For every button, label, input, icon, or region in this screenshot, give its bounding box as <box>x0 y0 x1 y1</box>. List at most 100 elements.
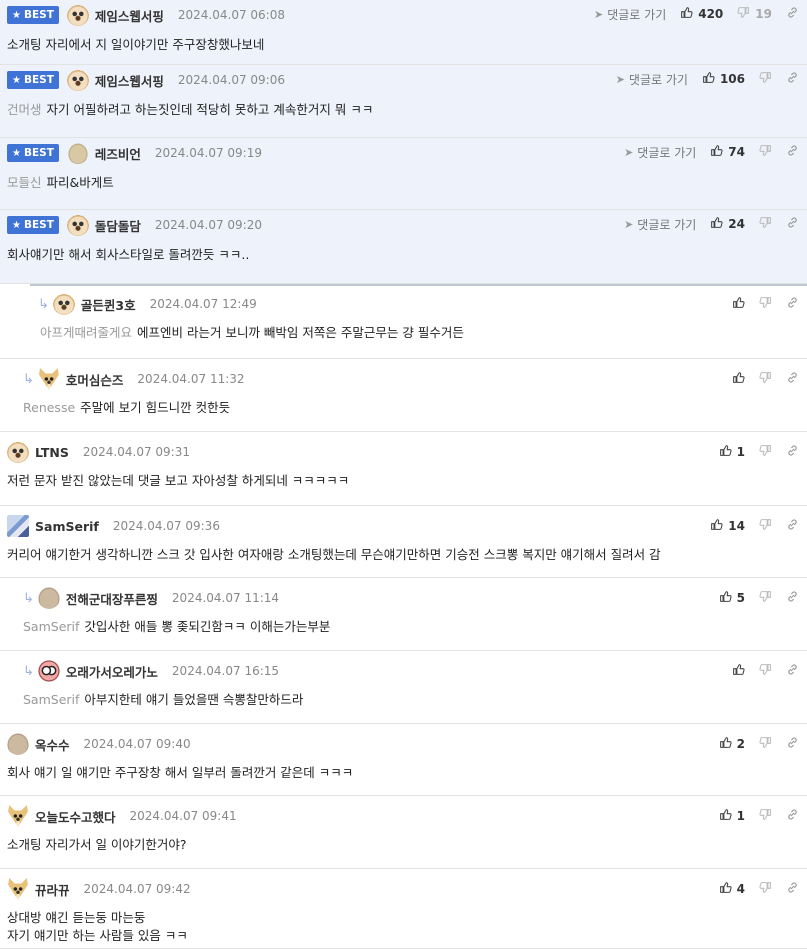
comment-actions: ➤ 댓글로 가기 24 <box>624 214 807 234</box>
upvote-count: 5 <box>736 591 745 605</box>
mentioned-user[interactable]: 건머생 <box>7 102 42 117</box>
comment-text: 저런 문자 받진 않았는데 댓글 보고 자아성찰 하게되네 ㅋㅋㅋㅋㅋ <box>7 473 350 488</box>
share-link-button[interactable] <box>786 296 799 312</box>
downvote-button[interactable] <box>759 144 772 160</box>
comment-body: 소개팅 자리에서 지 일이야기만 주구장창했나보네 <box>7 36 264 54</box>
share-link-button[interactable] <box>786 590 799 606</box>
mentioned-user[interactable]: SamSerif <box>23 619 79 634</box>
downvote-button[interactable] <box>759 736 772 752</box>
downvote-button[interactable]: 19 <box>737 6 772 22</box>
nickname[interactable]: 제임스웹서핑 <box>95 6 164 25</box>
downvote-button[interactable] <box>759 808 772 824</box>
star-icon: ★ <box>12 9 21 21</box>
downvote-button[interactable] <box>759 371 772 387</box>
share-link-button[interactable] <box>786 371 799 387</box>
nickname[interactable]: 오늘도수고했다 <box>35 807 116 826</box>
comment: SamSerif 2024.04.07 09:36 14 커리어 얘기한거 생각하니깐… <box>0 506 807 578</box>
fox-avatar[interactable] <box>39 368 59 390</box>
share-link-button[interactable] <box>786 216 799 232</box>
dog-avatar[interactable] <box>7 441 29 463</box>
share-link-button[interactable] <box>786 144 799 160</box>
goto-comment-link[interactable]: ➤ 댓글로 가기 <box>616 71 688 88</box>
downvote-button[interactable] <box>759 444 772 460</box>
upvote-count: 74 <box>728 145 745 159</box>
share-link-button[interactable] <box>786 808 799 824</box>
upvote-button[interactable]: 14 <box>710 518 745 534</box>
samserif-avatar[interactable] <box>7 515 29 537</box>
upvote-button[interactable]: 2 <box>719 736 745 752</box>
best-comment: ★ BEST 돌담돌담 2024.04.07 09:20 ➤ 댓글로 가기 24 회사얘기만 … <box>0 210 807 284</box>
comment-body: 건머생 자기 어필하려고 하는짓인데 적당히 못하고 계속한거지 뭐 ㅋㅋ <box>7 101 373 119</box>
upvote-button[interactable]: 74 <box>710 144 745 160</box>
ball-avatar[interactable] <box>37 587 60 609</box>
upvote-button[interactable] <box>732 296 745 312</box>
nickname[interactable]: 옥수수 <box>35 735 70 754</box>
upvote-button[interactable]: 1 <box>719 808 745 824</box>
mentioned-user[interactable]: 모들신 <box>7 175 42 190</box>
reply-arrow-icon: ↳ <box>38 296 49 312</box>
dog-avatar[interactable] <box>66 4 89 26</box>
ball-avatar[interactable] <box>7 733 29 755</box>
reply-comment: ↳ 전해군대장푸른찡 2024.04.07 11:14 5 SamSerif 갓입사한 애… <box>0 578 807 651</box>
share-link-button[interactable] <box>786 663 799 679</box>
dog-avatar[interactable] <box>52 293 75 315</box>
comment-header: 오늘도수고했다 2024.04.07 09:41 <box>7 805 237 827</box>
fox-avatar[interactable] <box>8 878 28 900</box>
nickname[interactable]: 뀨라뀨 <box>35 880 70 899</box>
upvote-button[interactable]: 5 <box>719 590 745 606</box>
goto-comment-link[interactable]: ➤ 댓글로 가기 <box>594 6 666 23</box>
nickname[interactable]: LTNS <box>35 445 69 460</box>
downvote-button[interactable] <box>759 590 772 606</box>
upvote-button[interactable]: 106 <box>702 71 745 87</box>
goto-comment-link[interactable]: ➤ 댓글로 가기 <box>624 216 696 233</box>
thumbs-down-icon <box>759 296 772 312</box>
upvote-button[interactable] <box>732 663 745 679</box>
nickname[interactable]: 오래가서오레가노 <box>66 662 158 681</box>
nickname[interactable]: 레즈비언 <box>95 144 141 163</box>
downvote-button[interactable] <box>759 71 772 87</box>
comment-header: ↳ 호머심슨즈 2024.04.07 11:32 <box>23 368 245 390</box>
share-link-button[interactable] <box>786 71 799 87</box>
downvote-button[interactable] <box>759 216 772 232</box>
downvote-button[interactable] <box>759 296 772 312</box>
mentioned-user[interactable]: 아프게때려줄게요 <box>40 325 132 340</box>
downvote-button[interactable] <box>759 518 772 534</box>
best-badge: ★ BEST <box>7 6 59 24</box>
nickname[interactable]: 호머심슨즈 <box>66 370 124 389</box>
upvote-button[interactable]: 4 <box>719 881 745 897</box>
upvote-button[interactable]: 24 <box>710 216 745 232</box>
share-link-button[interactable] <box>786 518 799 534</box>
nickname[interactable]: SamSerif <box>35 519 99 534</box>
downvote-button[interactable] <box>759 881 772 897</box>
upvote-button[interactable]: 420 <box>680 6 723 22</box>
nickname[interactable]: 돌담돌담 <box>95 216 141 235</box>
comment-actions: 14 <box>710 516 807 536</box>
upvote-button[interactable] <box>732 371 745 387</box>
upvote-button[interactable]: 1 <box>719 444 745 460</box>
mentioned-user[interactable]: Renesse <box>23 400 75 415</box>
share-link-button[interactable] <box>786 881 799 897</box>
share-link-button[interactable] <box>786 6 799 22</box>
nickname[interactable]: 골든퀸3호 <box>81 295 136 314</box>
downvote-count: 19 <box>755 7 772 21</box>
goto-comment-link[interactable]: ➤ 댓글로 가기 <box>624 144 696 161</box>
thumbs-up-icon <box>719 736 732 752</box>
link-icon <box>786 144 799 160</box>
dog-avatar[interactable] <box>66 69 89 91</box>
comment-text: 회사 얘기 일 얘기만 주구장창 해서 일부러 돌려깐거 같은데 ㅋㅋㅋ <box>7 765 354 780</box>
share-link-button[interactable] <box>786 444 799 460</box>
comment-date: 2024.04.07 12:49 <box>149 297 257 311</box>
nickname[interactable]: 제임스웹서핑 <box>95 71 164 90</box>
share-link-button[interactable] <box>786 736 799 752</box>
comment-actions <box>732 369 807 389</box>
owl-avatar[interactable] <box>37 660 60 682</box>
blob-avatar[interactable] <box>66 142 89 164</box>
comment: LTNS 2024.04.07 09:31 1 저런 문자 받진 않았는데 댓글 보고… <box>0 432 807 506</box>
nickname[interactable]: 전해군대장푸른찡 <box>66 589 158 608</box>
downvote-button[interactable] <box>759 663 772 679</box>
comment-text: 회사얘기만 해서 회사스타일로 돌려깐듯 ㅋㅋ.. <box>7 247 250 262</box>
mentioned-user[interactable]: SamSerif <box>23 692 79 707</box>
fox-avatar[interactable] <box>8 805 28 827</box>
dog-avatar[interactable] <box>66 214 89 236</box>
comment-body: SamSerif 갓입사한 애들 뽕 좆되긴함ㅋㅋ 이해는가는부분 <box>23 618 330 636</box>
